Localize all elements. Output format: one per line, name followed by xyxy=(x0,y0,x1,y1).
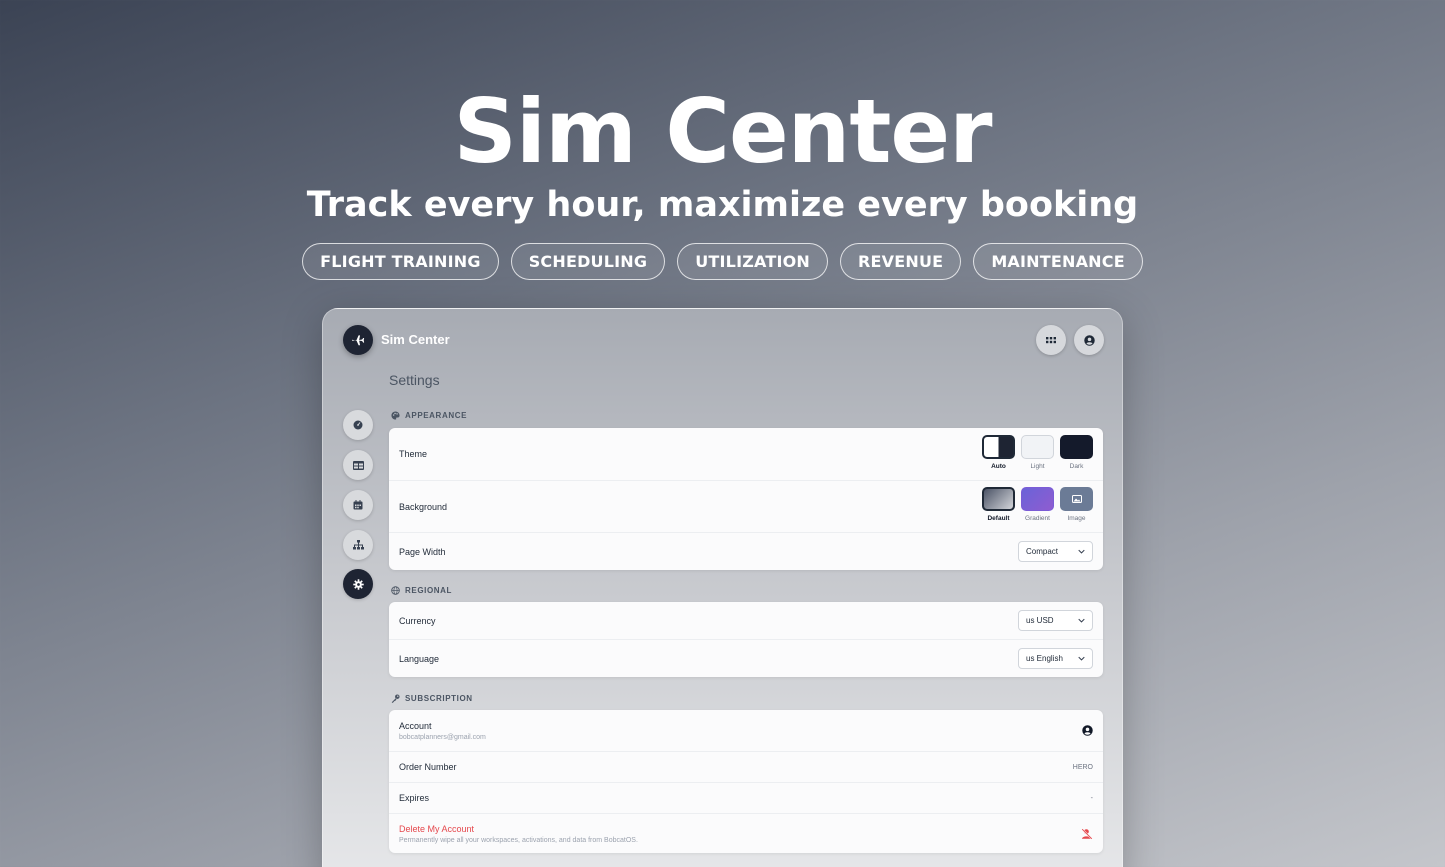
background-default-preview xyxy=(982,487,1015,511)
background-option-default[interactable]: Default xyxy=(982,487,1015,522)
expires-label: Expires xyxy=(399,793,430,803)
chevron-down-icon xyxy=(1078,656,1085,661)
user-remove-icon[interactable] xyxy=(1081,828,1093,840)
subscription-label: SUBSCRIPTION xyxy=(405,694,473,703)
theme-option-light[interactable]: Light xyxy=(1021,435,1054,470)
theme-auto-preview xyxy=(982,435,1015,459)
theme-light-caption: Light xyxy=(1030,463,1045,470)
user-circle-icon xyxy=(1083,334,1095,346)
currency-label: Currency xyxy=(399,615,436,626)
sitemap-icon xyxy=(352,540,364,550)
delete-account-description: Permanently wipe all your workspaces, ac… xyxy=(399,836,638,844)
language-select[interactable]: us English xyxy=(1018,648,1093,669)
language-value: us English xyxy=(1026,654,1063,663)
tag-revenue: REVENUE xyxy=(840,243,962,280)
delete-account-info: Delete My Account Permanently wipe all y… xyxy=(399,824,638,844)
appearance-label: APPEARANCE xyxy=(405,411,468,420)
background-default-caption: Default xyxy=(987,515,1010,522)
background-options: Default Gradient Image xyxy=(982,487,1093,522)
currency-row: Currency us USD xyxy=(389,602,1103,639)
sidebar-item-dashboard[interactable] xyxy=(343,410,373,440)
account-info: Account bobcatplanners@gmail.com xyxy=(399,721,486,741)
sidebar-item-settings[interactable] xyxy=(343,569,373,599)
account-email: bobcatplanners@gmail.com xyxy=(399,733,486,741)
theme-dark-caption: Dark xyxy=(1069,463,1084,470)
appearance-section-label: APPEARANCE xyxy=(391,411,467,420)
currency-select[interactable]: us USD xyxy=(1018,610,1093,631)
order-number-row: Order Number HERO xyxy=(389,751,1103,782)
tag-maintenance: MAINTENANCE xyxy=(973,243,1143,280)
user-menu-button[interactable] xyxy=(1074,325,1104,355)
account-row: Account bobcatplanners@gmail.com xyxy=(389,710,1103,751)
regional-card: Currency us USD Language us English xyxy=(389,602,1103,677)
expires-value: - xyxy=(1090,794,1093,802)
chevron-down-icon xyxy=(1078,618,1085,623)
image-icon xyxy=(1071,495,1082,503)
background-option-image[interactable]: Image xyxy=(1060,487,1093,522)
gear-icon xyxy=(352,578,364,590)
hero-subtitle: Track every hour, maximize every booking xyxy=(306,185,1139,225)
page-width-select[interactable]: Compact xyxy=(1018,541,1093,562)
order-number-label: Order Number xyxy=(399,762,457,772)
background-gradient-caption: Gradient xyxy=(1025,515,1050,522)
page-width-value: Compact xyxy=(1026,547,1059,556)
background-image-preview xyxy=(1060,487,1093,511)
sidebar-item-calendar[interactable] xyxy=(343,490,373,520)
regional-section-label: REGIONAL xyxy=(391,586,452,595)
hero-title: Sim Center xyxy=(453,80,993,183)
app-window: Sim Center Settings APPEARANCE Theme Aut… xyxy=(322,308,1123,867)
background-gradient-preview xyxy=(1021,487,1054,511)
delete-account-row[interactable]: Delete My Account Permanently wipe all y… xyxy=(389,813,1103,853)
tag-flight-training: FLIGHT TRAINING xyxy=(302,243,499,280)
theme-light-preview xyxy=(1021,435,1054,459)
table-icon xyxy=(352,460,364,470)
subscription-card: Account bobcatplanners@gmail.com Order N… xyxy=(389,710,1103,853)
globe-icon xyxy=(391,586,400,595)
tag-scheduling: SCHEDULING xyxy=(510,243,666,280)
dashboard-icon xyxy=(353,420,363,430)
language-label: Language xyxy=(399,653,440,664)
theme-option-dark[interactable]: Dark xyxy=(1060,435,1093,470)
background-image-caption: Image xyxy=(1067,515,1086,522)
page-width-row: Page Width Compact xyxy=(389,532,1103,570)
regional-label: REGIONAL xyxy=(405,586,453,595)
language-row: Language us English xyxy=(389,639,1103,677)
app-name: Sim Center xyxy=(381,332,450,347)
chevron-down-icon xyxy=(1078,549,1085,554)
grid-icon xyxy=(1046,337,1056,344)
theme-row: Theme Auto Light Dark xyxy=(389,428,1103,480)
key-icon xyxy=(391,694,400,703)
palette-icon xyxy=(391,411,400,420)
user-circle-icon[interactable] xyxy=(1082,725,1093,736)
tag-utilization: UTILIZATION xyxy=(677,243,829,280)
background-label: Background xyxy=(399,501,448,512)
account-label: Account xyxy=(399,720,432,731)
currency-value: us USD xyxy=(1026,616,1054,625)
background-row: Background Default Gradient Image xyxy=(389,480,1103,532)
theme-options: Auto Light Dark xyxy=(982,435,1093,470)
expires-row: Expires - xyxy=(389,782,1103,813)
page-width-label: Page Width xyxy=(399,546,446,557)
appearance-card: Theme Auto Light Dark Background Default… xyxy=(389,428,1103,570)
theme-dark-preview xyxy=(1060,435,1093,459)
calendar-icon xyxy=(353,500,363,510)
apps-grid-button[interactable] xyxy=(1036,325,1066,355)
theme-label: Theme xyxy=(399,449,428,459)
theme-auto-caption: Auto xyxy=(991,463,1006,470)
theme-option-auto[interactable]: Auto xyxy=(982,435,1015,470)
app-logo[interactable] xyxy=(343,325,373,355)
airplane-icon xyxy=(352,335,365,346)
tag-list: FLIGHT TRAINING SCHEDULING UTILIZATION R… xyxy=(0,243,1445,280)
sidebar-item-hierarchy[interactable] xyxy=(343,530,373,560)
sidebar-item-table[interactable] xyxy=(343,450,373,480)
page-title: Settings xyxy=(389,372,440,388)
subscription-section-label: SUBSCRIPTION xyxy=(391,694,473,703)
delete-account-label[interactable]: Delete My Account xyxy=(399,824,638,834)
order-number-value: HERO xyxy=(1072,763,1093,771)
background-option-gradient[interactable]: Gradient xyxy=(1021,487,1054,522)
